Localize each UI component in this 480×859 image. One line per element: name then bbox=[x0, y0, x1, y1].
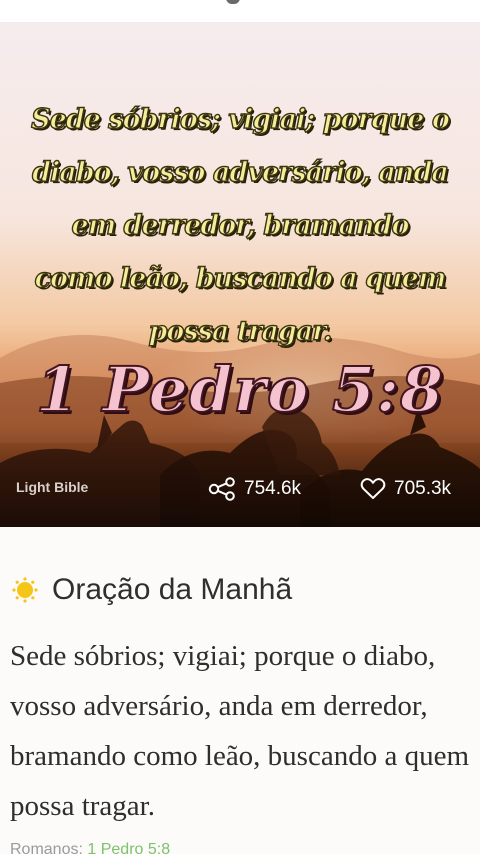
like-button[interactable]: 705.3k bbox=[360, 477, 451, 501]
share-count: 754.6k bbox=[244, 478, 302, 499]
top-bar bbox=[0, 0, 480, 23]
morning-prayer-section: Oração da Manhã Sede sóbrios; vigiai; po… bbox=[0, 527, 480, 858]
title-peek bbox=[226, 0, 240, 4]
source-label: Romanos: bbox=[10, 841, 83, 858]
prayer-text: Sede sóbrios; vigiai; porque o diabo, vo… bbox=[10, 640, 470, 822]
share-button[interactable]: 754.6k bbox=[208, 477, 301, 501]
app-credit: Light Bible bbox=[16, 479, 89, 495]
sun-icon bbox=[12, 577, 38, 603]
verse-text: Sede sóbrios; vigiai; porque o diabo, vo… bbox=[30, 103, 450, 347]
verse-source: Romanos: 1 Pedro 5:8 bbox=[10, 841, 170, 859]
share-icon bbox=[208, 477, 235, 501]
verse-reference: 1 Pedro 5:8 bbox=[35, 353, 445, 426]
source-link[interactable]: 1 Pedro 5:8 bbox=[87, 841, 170, 858]
section-title: Oração da Manhã bbox=[52, 573, 293, 606]
like-count: 705.3k bbox=[394, 478, 452, 499]
verse-image-card[interactable]: Sede sóbrios; vigiai; porque o diabo, vo… bbox=[0, 23, 480, 527]
heart-icon bbox=[360, 478, 386, 499]
